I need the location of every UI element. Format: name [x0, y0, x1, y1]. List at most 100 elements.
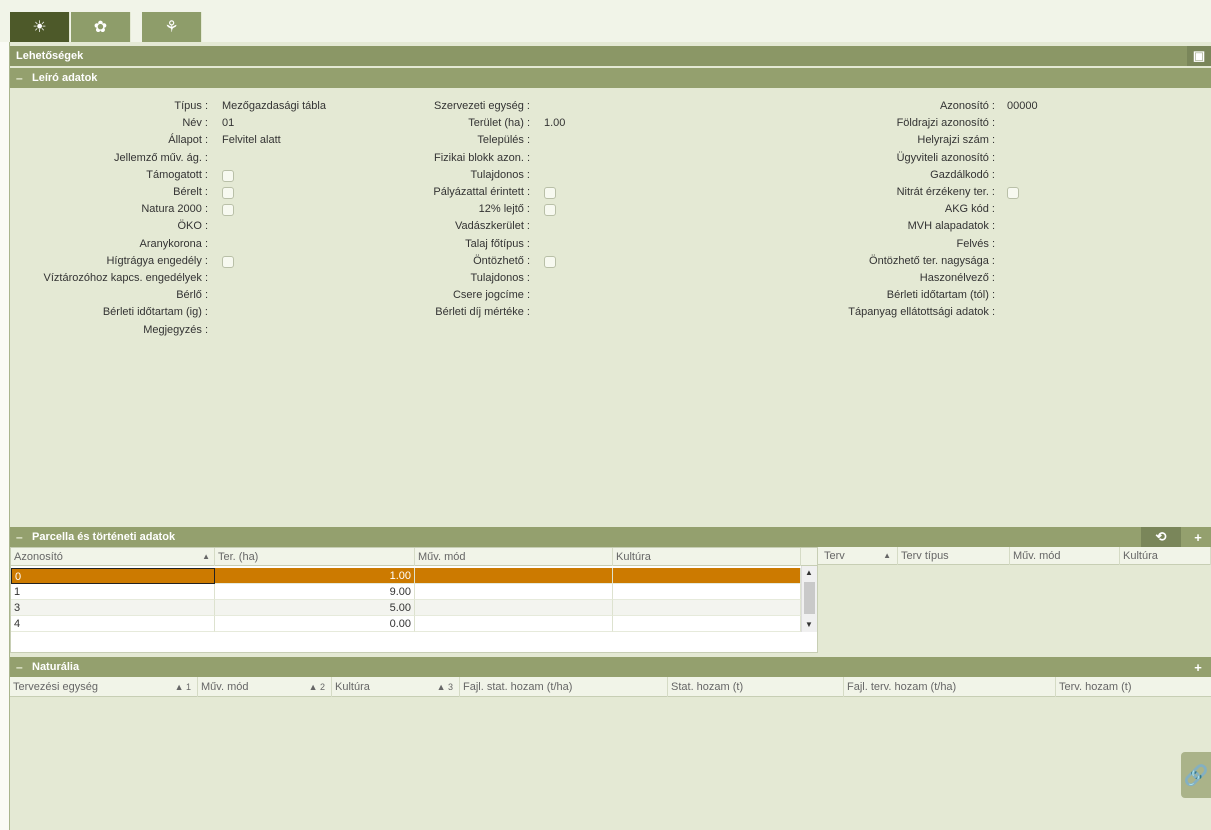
collapse-icon[interactable]: –: [16, 661, 26, 673]
field-label: Bérleti időtartam (ig) :: [102, 306, 208, 319]
link-icon: 🔗: [1183, 764, 1209, 787]
field-label: Állapot :: [168, 134, 208, 147]
save-button[interactable]: ▣: [1187, 46, 1211, 66]
table-cell[interactable]: [613, 584, 801, 600]
table-cell[interactable]: [613, 600, 801, 616]
table-cell[interactable]: [415, 568, 613, 584]
field-label: Helyrajzi szám :: [917, 134, 995, 147]
table-cell[interactable]: 5.00: [215, 600, 415, 616]
parcels-section-header[interactable]: – Parcella és történeti adatok ⟲ +: [10, 527, 1211, 547]
field-label: Víztározóhoz kapcs. engedélyek :: [43, 272, 208, 284]
field-label: Név :: [182, 117, 208, 130]
field-label: Szervezeti egység :: [434, 100, 530, 112]
column-header-muv-mod[interactable]: Műv. mód ▲ 2: [198, 677, 332, 697]
column-header-muv-mod[interactable]: Műv. mód: [1010, 547, 1120, 565]
parcels-title: Parcella és történeti adatok: [32, 531, 176, 543]
table-row[interactable]: 4 0.00: [11, 616, 801, 632]
refresh-icon: ⟲: [1155, 529, 1167, 544]
column-header-terv[interactable]: Terv ▲: [818, 547, 898, 565]
add-naturalia-button[interactable]: +: [1185, 657, 1211, 677]
table-row[interactable]: 1 9.00: [11, 584, 801, 600]
table-cell[interactable]: [613, 616, 801, 632]
table-cell[interactable]: [415, 616, 613, 632]
scroll-thumb[interactable]: [804, 582, 815, 614]
field-label: Jellemző műv. ág. :: [114, 151, 208, 164]
gear-icon: ✿: [93, 19, 108, 36]
field-label: Pályázattal érintett :: [433, 186, 530, 198]
column-header-kultura[interactable]: Kultúra: [1120, 547, 1211, 565]
table-cell[interactable]: 9.00: [215, 584, 415, 600]
scroll-up-icon[interactable]: ▲: [805, 568, 813, 577]
field-checkbox[interactable]: [222, 169, 234, 182]
table-row[interactable]: 3 5.00: [11, 600, 801, 616]
tab-lightbulb[interactable]: ☀: [10, 12, 70, 42]
field-label: Csere jogcíme :: [452, 289, 530, 302]
field-label: Ügyviteli azonosító :: [896, 151, 995, 164]
table-cell[interactable]: [415, 600, 613, 616]
column-header-azonosito[interactable]: Azonosító ▲: [11, 548, 215, 566]
table-cell[interactable]: [613, 568, 801, 584]
field-label: Település :: [477, 134, 530, 147]
table-cell[interactable]: [415, 584, 613, 600]
column-header-fajl-stat-hozam[interactable]: Fajl. stat. hozam (t/ha): [460, 677, 668, 697]
plan-grid-header: Terv ▲ Terv típus Műv. mód Kultúra: [818, 547, 1211, 565]
field-value: 01: [222, 117, 235, 130]
table-cell[interactable]: 0: [11, 568, 215, 584]
refresh-button[interactable]: ⟲: [1141, 527, 1181, 547]
field-label: Földrajzi azonosító :: [896, 117, 995, 130]
plan-grid: Terv ▲ Terv típus Műv. mód Kultúra: [818, 547, 1211, 653]
naturalia-section-header[interactable]: – Naturália +: [10, 657, 1211, 677]
link-button[interactable]: 🔗: [1181, 752, 1211, 798]
table-cell[interactable]: 1.00: [215, 568, 415, 584]
sort-asc-icon: ▲: [883, 551, 891, 560]
table-cell[interactable]: 1: [11, 584, 215, 600]
column-header-terulet[interactable]: Ter. (ha): [215, 548, 415, 566]
field-checkbox[interactable]: [1007, 187, 1019, 199]
field-label: Terület (ha) :: [468, 117, 530, 130]
table-row[interactable]: 0 1.00: [11, 568, 801, 584]
field-label: Tulajdonos :: [470, 272, 530, 284]
field-label: Tulajdonos :: [470, 168, 530, 181]
field-label: Talaj főtípus :: [465, 237, 530, 250]
tab-settings[interactable]: ✿: [71, 12, 131, 42]
field-label: ÖKO :: [177, 220, 208, 233]
field-checkbox[interactable]: [222, 204, 234, 217]
field-checkbox[interactable]: [544, 255, 556, 268]
column-header-stat-hozam[interactable]: Stat. hozam (t): [668, 677, 844, 697]
collapse-icon[interactable]: –: [16, 531, 26, 543]
field-label: Bérelt :: [173, 186, 208, 198]
sort-indicator: ▲ 2: [308, 682, 325, 692]
field-checkbox[interactable]: [544, 187, 556, 199]
tab-plant[interactable]: ⚘: [142, 12, 202, 42]
field-label: Bérlő :: [176, 289, 208, 302]
vertical-scrollbar[interactable]: ▲ ▼: [801, 566, 817, 632]
add-parcel-button[interactable]: +: [1185, 527, 1211, 547]
field-value: 1.00: [544, 117, 566, 130]
column-header-terv-tipus[interactable]: Terv típus: [898, 547, 1010, 565]
parcels-grid: Azonosító ▲ Ter. (ha) Műv. mód Kultúra 01…: [10, 547, 818, 653]
save-icon: ▣: [1192, 48, 1206, 63]
column-header-kultura[interactable]: Kultúra: [613, 548, 801, 566]
field-checkbox[interactable]: [544, 204, 556, 217]
field-label: Tápanyag ellátottsági adatok :: [848, 306, 995, 319]
column-header-kultura[interactable]: Kultúra ▲ 3: [332, 677, 460, 697]
plus-icon: +: [1194, 529, 1202, 545]
column-header-tervezesi-egyseg[interactable]: Tervezési egység ▲ 1: [10, 677, 198, 697]
column-header-muv-mod[interactable]: Műv. mód: [415, 548, 613, 566]
field-label: MVH alapadatok :: [907, 220, 995, 233]
field-label: Bérleti időtartam (tól) :: [886, 289, 995, 302]
table-cell[interactable]: 0.00: [215, 616, 415, 632]
plus-icon: +: [1194, 659, 1202, 675]
scroll-down-icon[interactable]: ▼: [805, 620, 813, 629]
field-label: Típus :: [174, 100, 208, 112]
column-header-fajl-terv-hozam[interactable]: Fajl. terv. hozam (t/ha): [844, 677, 1056, 697]
table-cell[interactable]: 4: [11, 616, 215, 632]
descriptive-section-header[interactable]: – Leíró adatok: [10, 68, 1211, 88]
field-label: Bérleti díj mértéke :: [435, 306, 530, 319]
collapse-icon[interactable]: –: [16, 72, 26, 84]
field-checkbox[interactable]: [222, 255, 234, 268]
table-cell[interactable]: 3: [11, 600, 215, 616]
column-header-terv-hozam[interactable]: Terv. hozam (t): [1056, 677, 1211, 697]
field-checkbox[interactable]: [222, 187, 234, 199]
descriptive-title: Leíró adatok: [32, 72, 98, 84]
